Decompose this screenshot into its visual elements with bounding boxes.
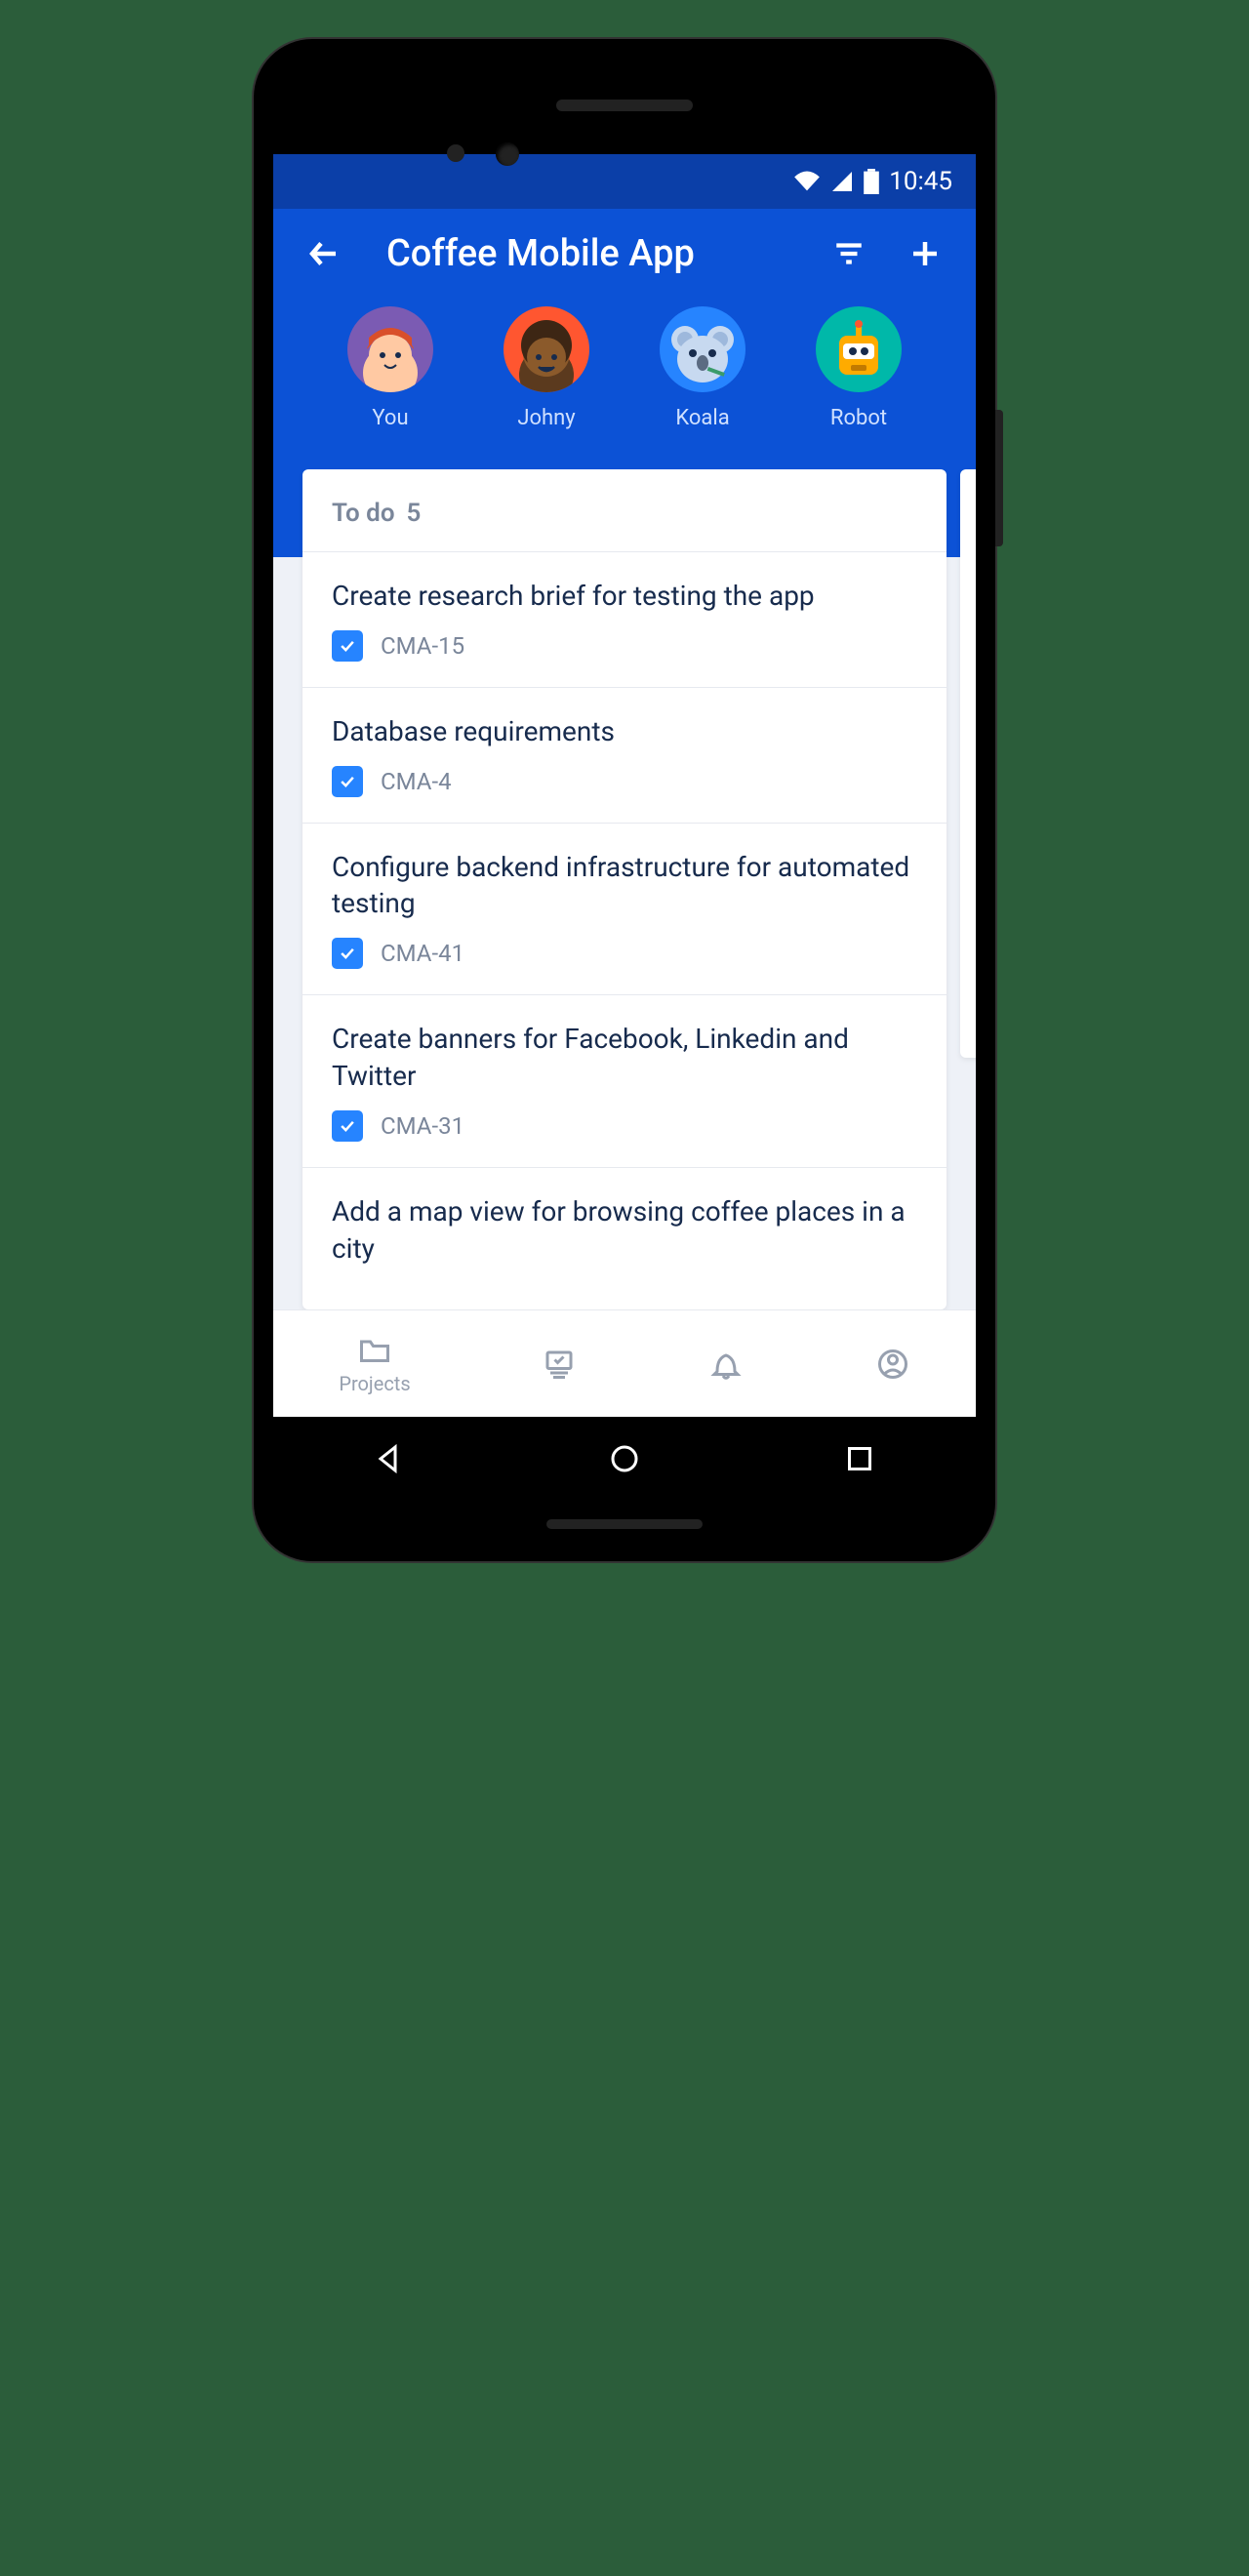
wifi-icon: [793, 170, 821, 193]
task-type-icon: [332, 630, 363, 662]
column-count: 5: [407, 499, 422, 528]
android-recents-button[interactable]: [842, 1441, 877, 1480]
avatar-label: Johny: [517, 406, 575, 430]
card-title: Configure backend infrastructure for aut…: [332, 849, 917, 923]
nav-boards[interactable]: [542, 1347, 577, 1382]
issue-card[interactable]: Database requirements CMA-4: [302, 687, 947, 823]
issue-key: CMA-15: [381, 632, 464, 660]
card-title: Create research brief for testing the ap…: [332, 578, 917, 615]
add-button[interactable]: [902, 230, 948, 277]
board-icon: [542, 1347, 577, 1382]
issue-key: CMA-41: [381, 940, 464, 967]
task-type-icon: [332, 766, 363, 797]
board-area[interactable]: To do 5 Create research brief for testin…: [273, 469, 976, 1309]
nav-label: Projects: [339, 1372, 410, 1395]
card-meta: CMA-41: [332, 938, 917, 969]
avatar-you[interactable]: You: [347, 306, 433, 430]
avatar-johny[interactable]: Johny: [504, 306, 589, 430]
card-title: Add a map view for browsing coffee place…: [332, 1193, 917, 1268]
card-list[interactable]: Create research brief for testing the ap…: [302, 551, 947, 1309]
avatar-koala[interactable]: Koala: [660, 306, 745, 430]
card-title: Create banners for Facebook, Linkedin an…: [332, 1021, 917, 1095]
avatar-label: Koala: [675, 406, 729, 430]
assignee-avatars: You Johny: [273, 277, 976, 469]
nav-notifications[interactable]: [708, 1347, 744, 1382]
task-type-icon: [332, 938, 363, 969]
folder-icon: [357, 1333, 392, 1368]
issue-card[interactable]: Create research brief for testing the ap…: [302, 551, 947, 687]
screen: 10:45 Coffee Mobile App: [273, 154, 976, 1417]
avatar-robot[interactable]: Robot: [816, 306, 902, 430]
avatar-label: You: [372, 406, 408, 430]
cell-signal-icon: [830, 170, 854, 193]
issue-key: CMA-31: [381, 1112, 464, 1140]
column-title: To do: [332, 499, 395, 528]
card-meta: CMA-15: [332, 630, 917, 662]
card-meta: CMA-31: [332, 1110, 917, 1142]
avatar-image: [504, 306, 589, 392]
card-meta: CMA-4: [332, 766, 917, 797]
next-column-peek[interactable]: [960, 469, 976, 1058]
issue-card[interactable]: Configure backend infrastructure for aut…: [302, 823, 947, 995]
avatar-image: [816, 306, 902, 392]
device-speaker-area: [271, 57, 978, 154]
issue-card[interactable]: Create banners for Facebook, Linkedin an…: [302, 994, 947, 1167]
android-home-button[interactable]: [607, 1441, 642, 1480]
android-nav-bar: [271, 1417, 978, 1505]
avatar-image: [660, 306, 745, 392]
issue-key: CMA-4: [381, 768, 452, 795]
avatar-label: Robot: [830, 406, 887, 430]
app-bar: Coffee Mobile App: [273, 209, 976, 277]
profile-icon: [875, 1347, 910, 1382]
nav-profile[interactable]: [875, 1347, 910, 1382]
page-title: Coffee Mobile App: [377, 232, 796, 275]
column-header: To do 5: [302, 469, 947, 551]
nav-projects[interactable]: Projects: [339, 1333, 410, 1395]
card-title: Database requirements: [332, 713, 917, 750]
status-time: 10:45: [889, 167, 952, 196]
issue-card[interactable]: Add a map view for browsing coffee place…: [302, 1167, 947, 1308]
bottom-nav: Projects: [273, 1309, 976, 1417]
filter-button[interactable]: [826, 230, 872, 277]
task-type-icon: [332, 1110, 363, 1142]
avatar-image: [347, 306, 433, 392]
bell-icon: [708, 1347, 744, 1382]
device-frame: 10:45 Coffee Mobile App: [254, 39, 995, 1561]
android-back-button[interactable]: [372, 1441, 407, 1480]
device-bottom-speaker: [271, 1505, 978, 1544]
back-button[interactable]: [301, 230, 347, 277]
battery-icon: [864, 169, 879, 194]
board-column-todo: To do 5 Create research brief for testin…: [302, 469, 947, 1309]
status-bar: 10:45: [273, 154, 976, 209]
